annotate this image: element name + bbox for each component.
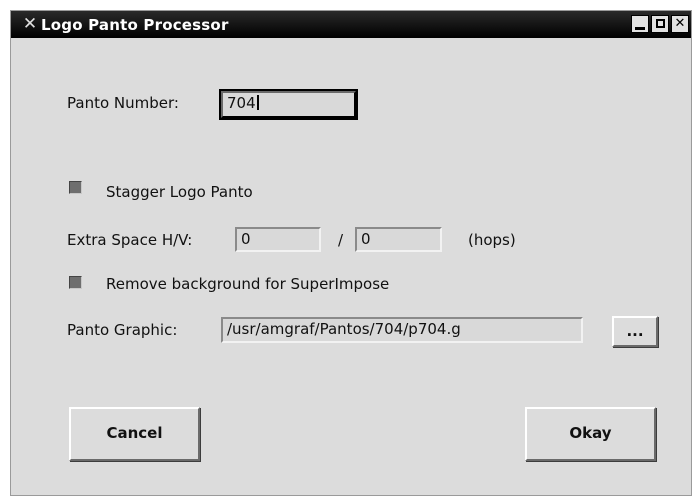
maximize-icon [655, 19, 665, 28]
hops-label: (hops) [468, 231, 516, 249]
close-icon: ✕ [674, 16, 686, 31]
extra-space-h-input[interactable]: 0 [235, 227, 321, 252]
extra-space-v-input[interactable]: 0 [355, 227, 442, 252]
okay-button[interactable]: Okay [525, 407, 656, 461]
minimize-icon [635, 27, 645, 30]
title-bar[interactable]: ✕ Logo Panto Processor ✕ [11, 11, 691, 38]
panto-graphic-label: Panto Graphic: [67, 321, 178, 339]
maximize-button[interactable] [651, 15, 669, 33]
stagger-checkbox[interactable] [69, 181, 82, 194]
close-button[interactable]: ✕ [671, 15, 689, 33]
text-caret [256, 95, 259, 110]
panto-number-input[interactable]: 704 [219, 89, 358, 120]
window-title: Logo Panto Processor [41, 16, 229, 34]
remove-background-label[interactable]: Remove background for SuperImpose [106, 275, 389, 293]
extra-space-label: Extra Space H/V: [67, 231, 193, 249]
extra-space-separator: / [338, 231, 344, 249]
remove-background-checkbox[interactable] [69, 276, 82, 289]
extra-space-v-value: 0 [361, 230, 371, 248]
panto-graphic-value: /usr/amgraf/Pantos/704/p704.g [227, 320, 461, 338]
panto-graphic-input[interactable]: /usr/amgraf/Pantos/704/p704.g [221, 317, 583, 343]
panto-number-label: Panto Number: [67, 94, 179, 112]
extra-space-h-value: 0 [241, 230, 251, 248]
browse-button[interactable]: ... [612, 316, 658, 347]
minimize-button[interactable] [631, 15, 649, 33]
stagger-label[interactable]: Stagger Logo Panto [106, 183, 253, 201]
cancel-button[interactable]: Cancel [69, 407, 200, 461]
panto-number-value: 704 [227, 94, 256, 112]
dialog-window: ✕ Logo Panto Processor ✕ Panto Number: 7… [10, 10, 692, 496]
x-logo-icon[interactable]: ✕ [19, 14, 41, 34]
